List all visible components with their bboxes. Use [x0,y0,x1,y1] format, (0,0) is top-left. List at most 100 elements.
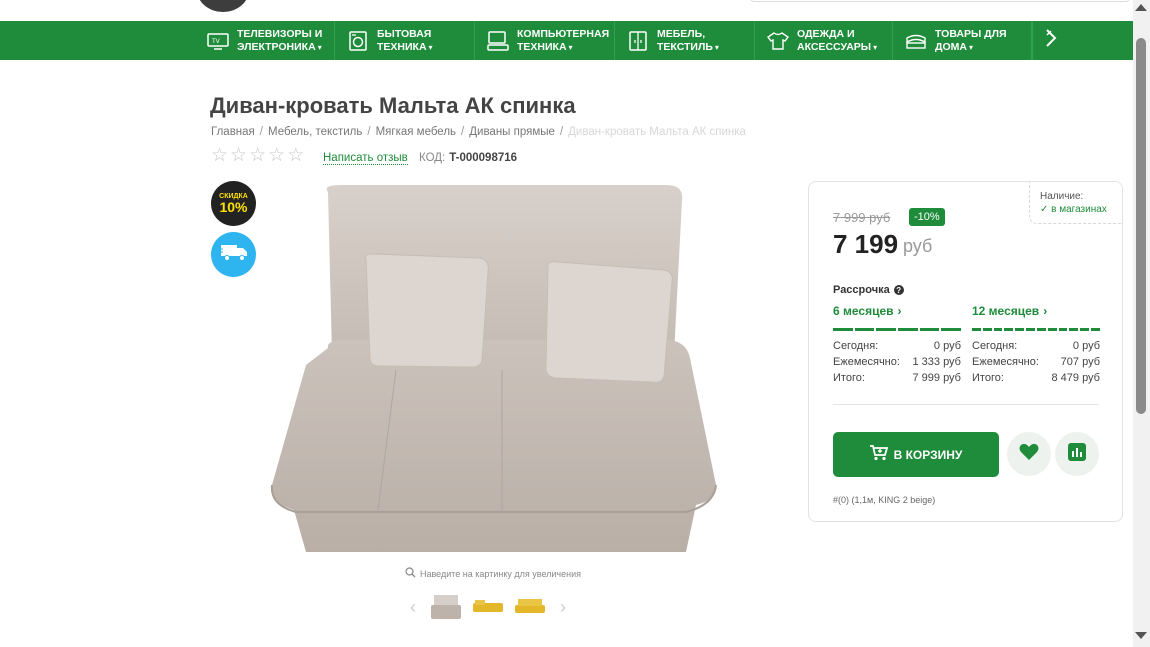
nav-more-button[interactable] [1032,21,1068,60]
nav-label-line1: Компьютерная [517,27,610,40]
help-icon[interactable]: ? [893,285,904,295]
nav-item-furniture[interactable]: Мебель, текстиль ▾ [615,21,755,60]
thumbnail[interactable] [429,592,463,622]
plan-row: Сегодня: 0 руб [833,340,961,352]
plan-row: Ежемесячно: 1 333 руб [833,356,961,368]
zoom-hint: Наведите на картинку для увеличения [405,567,581,580]
star-icon[interactable]: ☆ [230,146,247,166]
installment-plan-12: 12 месяцев › Сегодня: 0 руб Ежемесячно: 707… [972,304,1100,385]
thumbnail[interactable] [513,592,547,622]
nav-label-line2: техника [377,40,427,53]
rating-stars[interactable]: ☆ ☆ ☆ ☆ ☆ [211,146,304,166]
chevron-left-icon[interactable]: ‹ [405,597,421,618]
product-image[interactable] [266,180,718,558]
search-input[interactable] [750,0,1130,2]
discount-badge: СКИДКА 10% [211,181,256,226]
svg-text:TV: TV [211,38,221,45]
plan-12-link[interactable]: 12 месяцев › [972,304,1100,318]
breadcrumb-sofas[interactable]: Диваны прямые [469,126,555,138]
discount-badge-value: 10% [219,199,248,215]
logo[interactable] [197,0,249,12]
nav-label-line2: электроника [237,40,316,53]
nav-label-line2: аксессуары [797,40,872,53]
heart-icon [1019,443,1039,466]
nav-label-line1: Телевизоры и [237,27,323,40]
add-to-cart-label: В КОРЗИНУ [893,447,963,462]
plan-progress [972,328,1100,331]
product-code: КОД: T-000098716 [419,152,517,164]
tshirt-icon [767,30,789,52]
chevron-down-icon: ▾ [714,42,719,52]
scroll-down-arrow-icon[interactable] [1135,632,1147,639]
wardrobe-icon [627,30,649,52]
star-icon[interactable]: ☆ [211,146,228,166]
breadcrumb-current: Диван-кровать Мальта АК спинка [568,126,746,138]
add-to-cart-button[interactable]: В КОРЗИНУ [833,432,999,477]
installment-title-text: Рассрочка [833,284,890,296]
nav-item-computers[interactable]: Компьютерная техника ▾ [475,21,615,60]
star-icon[interactable]: ☆ [287,146,304,166]
delivery-badge [211,232,256,277]
nav-item-home[interactable]: Товары для дома ▾ [893,21,1032,60]
scrollbar-thumb[interactable] [1136,38,1146,414]
thumbnail-strip: ‹ › [405,592,571,622]
magnifier-icon [405,567,416,580]
chevron-down-icon: ▾ [968,42,973,52]
plan-row: Сегодня: 0 руб [972,340,1100,352]
chevron-right-icon[interactable]: › [555,597,571,618]
sku-text: #(0) (1,1м, KING 2 beige) [833,495,936,505]
installment-plan-6: 6 месяцев › Сегодня: 0 руб Ежемесячно: 1 33… [833,304,962,385]
installment-title: Рассрочка ? [833,284,904,296]
plan-row: Ежемесячно: 707 руб [972,356,1100,368]
nav-item-clothing[interactable]: Одежда и аксессуары ▾ [755,21,893,60]
chevron-right-icon: › [897,304,902,318]
breadcrumb-home[interactable]: Главная [211,126,255,138]
nav-label-line1: Мебель, [657,27,706,40]
chevron-right-icon [1045,28,1057,53]
nav-item-electronics[interactable]: TV Телевизоры и электроника ▾ [195,21,335,60]
nav-label-line1: Бытовая [377,27,432,40]
nav-label-line2: текстиль [657,40,713,53]
page-title: Диван-кровать Мальта АК спинка [210,93,576,118]
category-nav: TV Телевизоры и электроника ▾ Бытовая техни… [0,21,1133,60]
breadcrumb-soft-furniture[interactable]: Мягкая мебель [376,126,456,138]
chevron-right-icon: › [1043,304,1048,318]
nav-item-appliances[interactable]: Бытовая техника ▾ [335,21,475,60]
computer-icon [487,30,509,52]
old-price: 7 999 руб [833,210,891,225]
thumbnail[interactable] [471,592,505,622]
chevron-down-icon: ▾ [428,42,433,52]
compare-chart-icon [1068,442,1086,466]
breadcrumb-furniture[interactable]: Мебель, текстиль [268,126,362,138]
divider [833,404,1099,405]
nav-label-line1: Товары для [935,27,1007,40]
plan-title: 12 месяцев [972,304,1040,318]
price-card: Наличие: ✓ в магазинах 7 999 руб -10% 7 … [808,181,1123,522]
discount-tag: -10% [909,208,945,226]
plan-6-link[interactable]: 6 месяцев › [833,304,961,318]
availability-value[interactable]: ✓ в магазинах [1040,203,1123,216]
chevron-down-icon: ▾ [873,42,878,52]
tv-icon: TV [207,30,229,52]
truck-icon [218,242,249,267]
availability-label: Наличие: [1040,191,1084,202]
write-review-link[interactable]: Написать отзыв [323,152,408,165]
header-top [0,0,1133,21]
nav-label-line2: дома [935,40,967,53]
plan-row: Итого: 8 479 руб [972,372,1100,384]
scroll-up-arrow-icon[interactable] [1135,4,1147,11]
compare-button[interactable] [1055,432,1099,476]
cart-icon [869,445,888,464]
star-icon[interactable]: ☆ [268,146,285,166]
chevron-down-icon: ▾ [317,42,322,52]
breadcrumb: Главная / Мебель, текстиль / Мягкая мебель… [211,126,746,138]
current-price: 7 199 [833,229,899,259]
zoom-hint-text: Наведите на картинку для увеличения [420,568,581,579]
code-value: T-000098716 [449,152,518,164]
star-icon[interactable]: ☆ [249,146,266,166]
nav-label-line1: Одежда и [797,27,855,40]
favorite-button[interactable] [1007,432,1051,476]
nav-label-line2: техника [517,40,567,53]
chevron-down-icon: ▾ [568,42,573,52]
code-label: КОД: [419,152,446,164]
